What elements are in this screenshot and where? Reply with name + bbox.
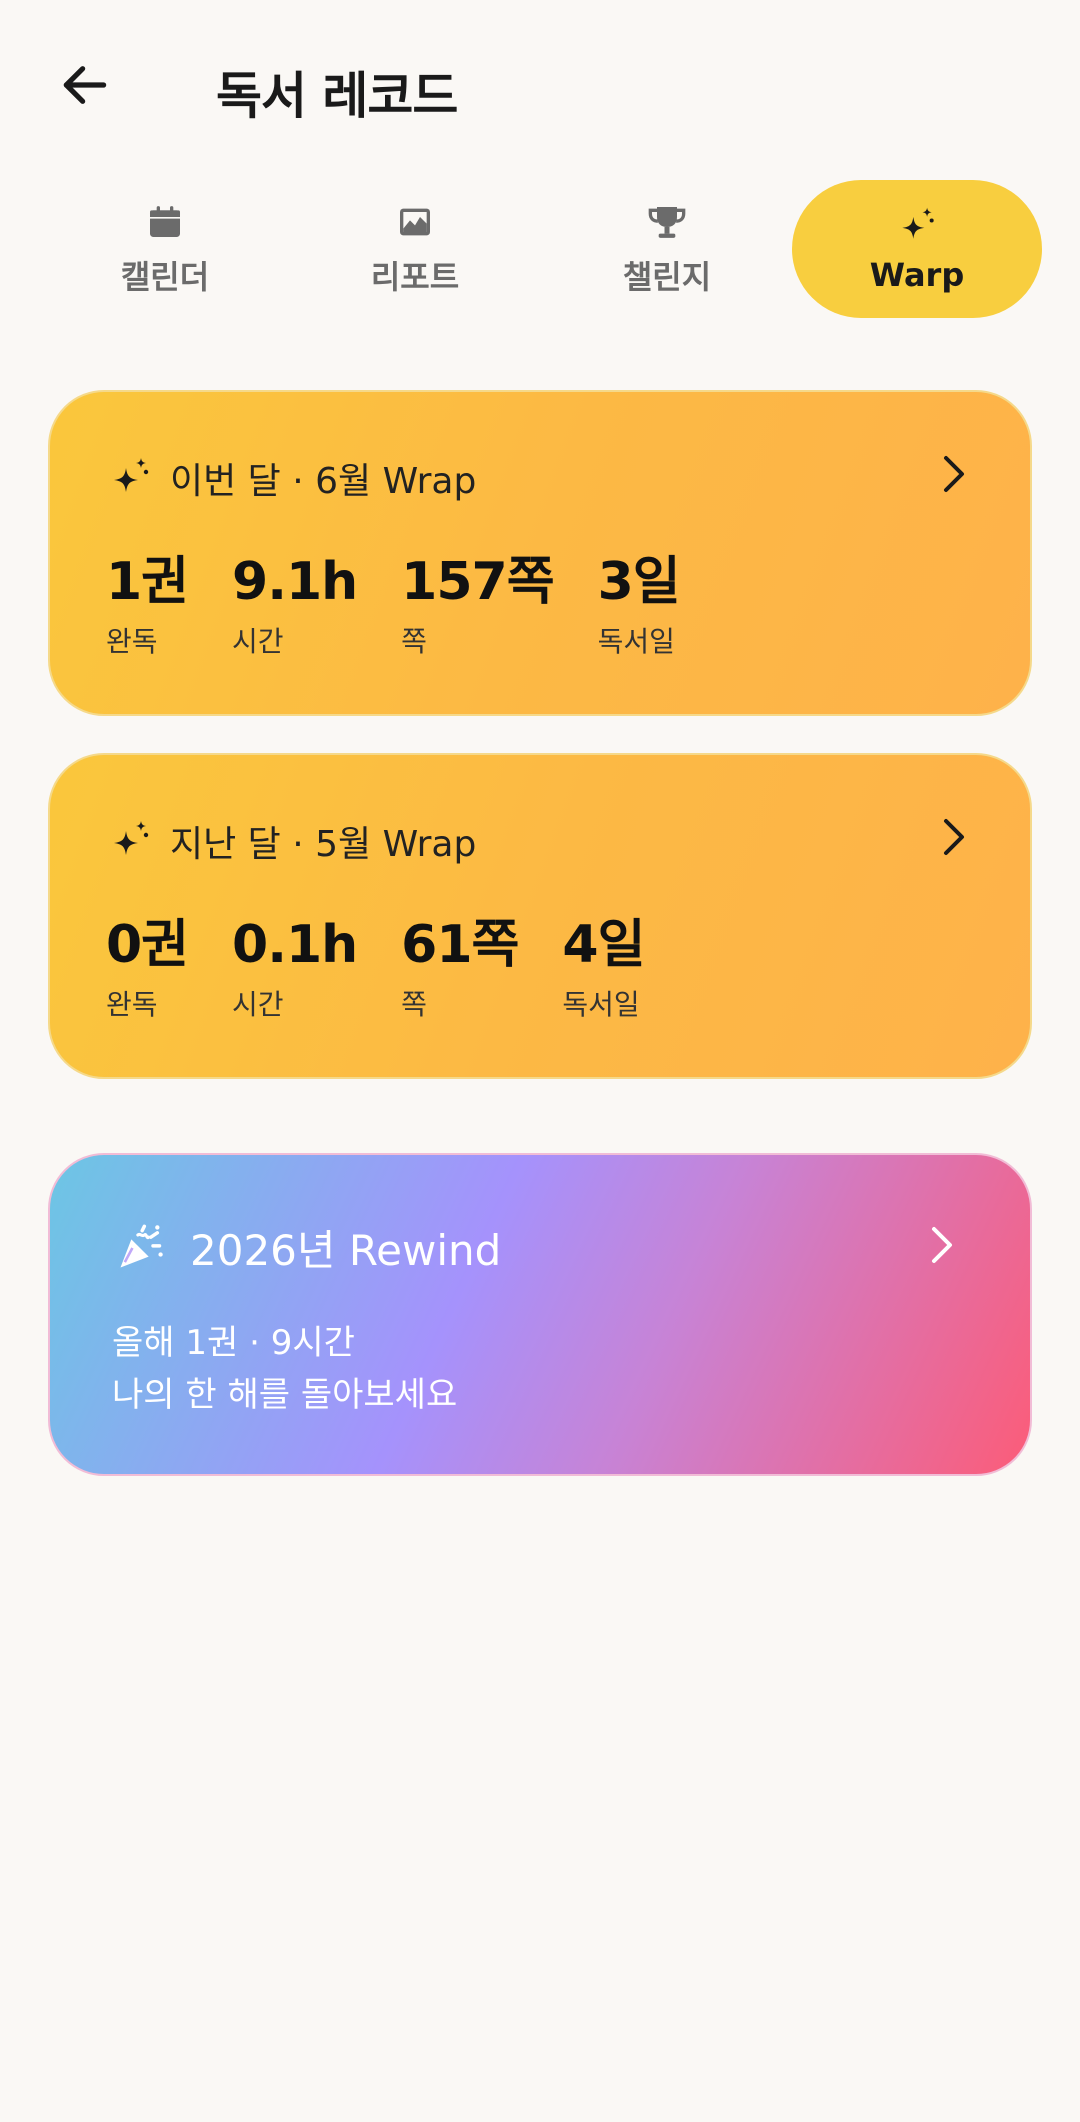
stat-value: 9.1h [232, 552, 358, 612]
tab-label: Warp [869, 256, 965, 294]
app-header: 독서 레코드 [0, 0, 1080, 170]
stat-time: 0.1h 시간 [232, 915, 358, 1023]
rewind-header: 2026년 Rewind [114, 1217, 501, 1278]
tab-warp[interactable]: Warp [792, 180, 1042, 318]
stats-row: 0권 완독 0.1h 시간 61쪽 쪽 4일 독서일 [106, 915, 688, 1023]
stat-value: 157쪽 [401, 552, 554, 612]
rewind-prompt: 나의 한 해를 돌아보세요 [112, 1375, 458, 1415]
stat-value: 61쪽 [401, 915, 519, 975]
page-title: 독서 레코드 [216, 67, 458, 125]
stat-value: 4일 [562, 915, 645, 975]
stat-value: 0권 [106, 915, 189, 975]
rewind-card[interactable]: 2026년 Rewind 올해 1권 · 9시간 나의 한 해를 돌아보세요 [48, 1153, 1032, 1476]
trophy-icon [648, 207, 686, 238]
card-header: 지난 달 · 5월 Wrap [106, 815, 476, 867]
chart-image-icon [400, 208, 430, 236]
party-popper-icon [120, 1224, 163, 1267]
rewind-title: 2026년 Rewind [190, 1226, 502, 1275]
tab-label: 캘린더 [120, 258, 210, 296]
sparkle-icon [902, 207, 934, 239]
stat-label: 완독 [106, 988, 158, 1021]
chevron-right-icon [934, 454, 974, 494]
stat-label: 쪽 [401, 988, 427, 1021]
stat-label: 독서일 [562, 988, 640, 1021]
stat-label: 쪽 [401, 625, 427, 658]
this-month-wrap-card[interactable]: 이번 달 · 6월 Wrap 1권 완독 9.1h 시간 157쪽 쪽 3일 독… [48, 390, 1032, 716]
stat-value: 3일 [597, 552, 681, 612]
back-button[interactable] [50, 50, 120, 120]
stat-value: 1권 [106, 552, 189, 612]
tab-label: 챌린지 [622, 258, 712, 296]
chevron-right-icon [922, 1225, 962, 1265]
tab-report[interactable]: 리포트 [290, 180, 540, 318]
stat-pages: 157쪽 쪽 [401, 552, 554, 660]
chevron-right-icon [934, 817, 974, 857]
stat-completed: 0권 완독 [106, 915, 189, 1023]
tab-label: 리포트 [370, 258, 460, 296]
stat-label: 완독 [106, 625, 158, 658]
calendar-icon [150, 206, 180, 237]
sparkle-icon [114, 821, 149, 855]
tab-bar: 캘린더 리포트 챌린지 Warp [40, 180, 1045, 318]
card-header: 이번 달 · 6월 Wrap [106, 452, 476, 504]
stat-value: 0.1h [232, 915, 358, 975]
stat-label: 시간 [232, 625, 284, 658]
stat-pages: 61쪽 쪽 [401, 915, 519, 1023]
tab-calendar[interactable]: 캘린더 [40, 180, 290, 318]
stat-label: 독서일 [597, 625, 675, 658]
stat-time: 9.1h 시간 [232, 552, 358, 660]
tab-challenge[interactable]: 챌린지 [542, 180, 792, 318]
last-month-wrap-card[interactable]: 지난 달 · 5월 Wrap 0권 완독 0.1h 시간 61쪽 쪽 4일 독서… [48, 753, 1032, 1079]
arrow-left-icon [63, 66, 107, 104]
rewind-summary: 올해 1권 · 9시간 [112, 1323, 355, 1363]
stats-row: 1권 완독 9.1h 시간 157쪽 쪽 3일 독서일 [106, 552, 724, 660]
card-title: 이번 달 · 6월 Wrap [170, 461, 477, 502]
stat-label: 시간 [232, 988, 284, 1021]
sparkle-icon [114, 458, 149, 492]
stat-reading-days: 4일 독서일 [562, 915, 645, 1023]
card-title: 지난 달 · 5월 Wrap [170, 824, 477, 865]
rewind-subtitle: 올해 1권 · 9시간 나의 한 해를 돌아보세요 [112, 1317, 457, 1421]
stat-completed: 1권 완독 [106, 552, 189, 660]
stat-reading-days: 3일 독서일 [597, 552, 681, 660]
